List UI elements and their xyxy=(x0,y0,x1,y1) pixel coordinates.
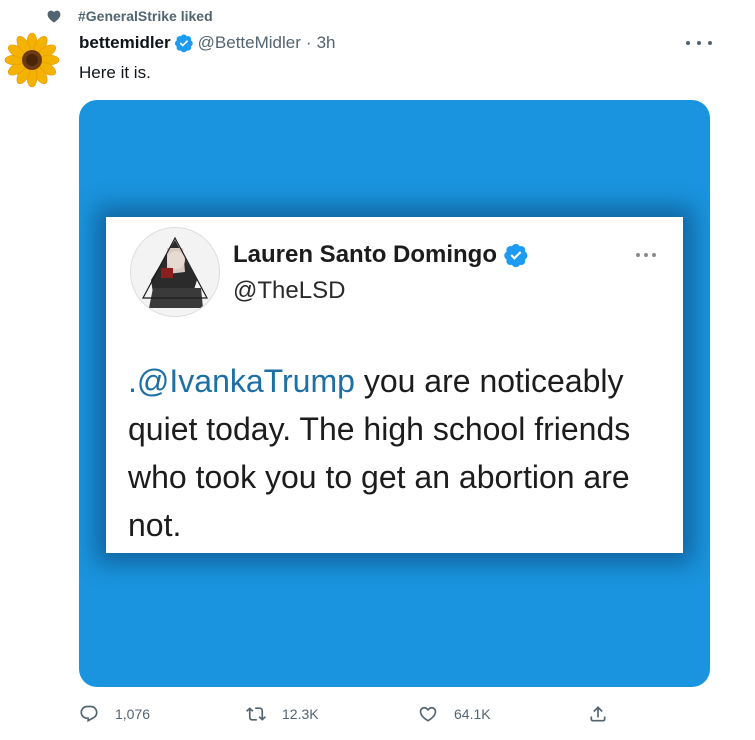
avatar[interactable] xyxy=(4,32,60,88)
like-button[interactable]: 64.1K xyxy=(418,704,491,724)
like-heart-icon xyxy=(419,706,437,722)
embedded-tweet-body: .@IvankaTrump you are noticeably quiet t… xyxy=(128,357,668,549)
more-dot-icon xyxy=(686,41,690,45)
reply-button[interactable]: 1,076 xyxy=(79,704,150,724)
share-icon xyxy=(590,706,606,722)
author-handle[interactable]: @BetteMidler xyxy=(198,33,301,53)
tweet-media-image[interactable]: Lauren Santo Domingo @TheLSD .@IvankaTru… xyxy=(79,100,710,687)
retweet-icon xyxy=(246,707,266,721)
header-separator: · xyxy=(305,33,312,52)
tweet-text: Here it is. xyxy=(79,63,151,82)
retweet-button[interactable]: 12.3K xyxy=(246,704,319,724)
verified-badge-icon xyxy=(174,34,193,53)
more-dot-icon xyxy=(697,41,701,45)
embedded-more-icon xyxy=(636,253,656,259)
share-button[interactable] xyxy=(588,704,608,724)
portrait-avatar-image xyxy=(131,228,219,316)
reply-icon xyxy=(80,705,98,723)
tweet-header: bettemidler @BetteMidler · 3h xyxy=(79,33,335,53)
social-context-label[interactable]: #GeneralStrike liked xyxy=(78,8,213,24)
embedded-author-name-text: Lauren Santo Domingo xyxy=(233,241,497,268)
heart-icon xyxy=(47,10,61,23)
reply-count: 1,076 xyxy=(115,706,151,722)
embedded-avatar xyxy=(130,227,220,317)
author-name[interactable]: bettemidler xyxy=(79,33,171,53)
more-dot-icon xyxy=(708,41,712,45)
like-count: 64.1K xyxy=(454,706,491,722)
embedded-verified-badge-icon xyxy=(504,243,528,268)
embedded-author-name: Lauren Santo Domingo xyxy=(233,241,529,269)
embedded-author-handle: @TheLSD xyxy=(233,277,346,304)
tweet-actions: 1,076 12.3K 64.1K xyxy=(0,704,755,732)
social-context: #GeneralStrike liked xyxy=(46,8,213,24)
embedded-tweet-screenshot: Lauren Santo Domingo @TheLSD .@IvankaTru… xyxy=(106,217,683,553)
tweet-timestamp[interactable]: 3h xyxy=(317,33,336,53)
more-options-button[interactable] xyxy=(686,34,712,52)
sunflower-avatar-image xyxy=(4,32,60,88)
retweet-count: 12.3K xyxy=(282,706,319,722)
embedded-mention: .@IvankaTrump xyxy=(128,363,355,399)
